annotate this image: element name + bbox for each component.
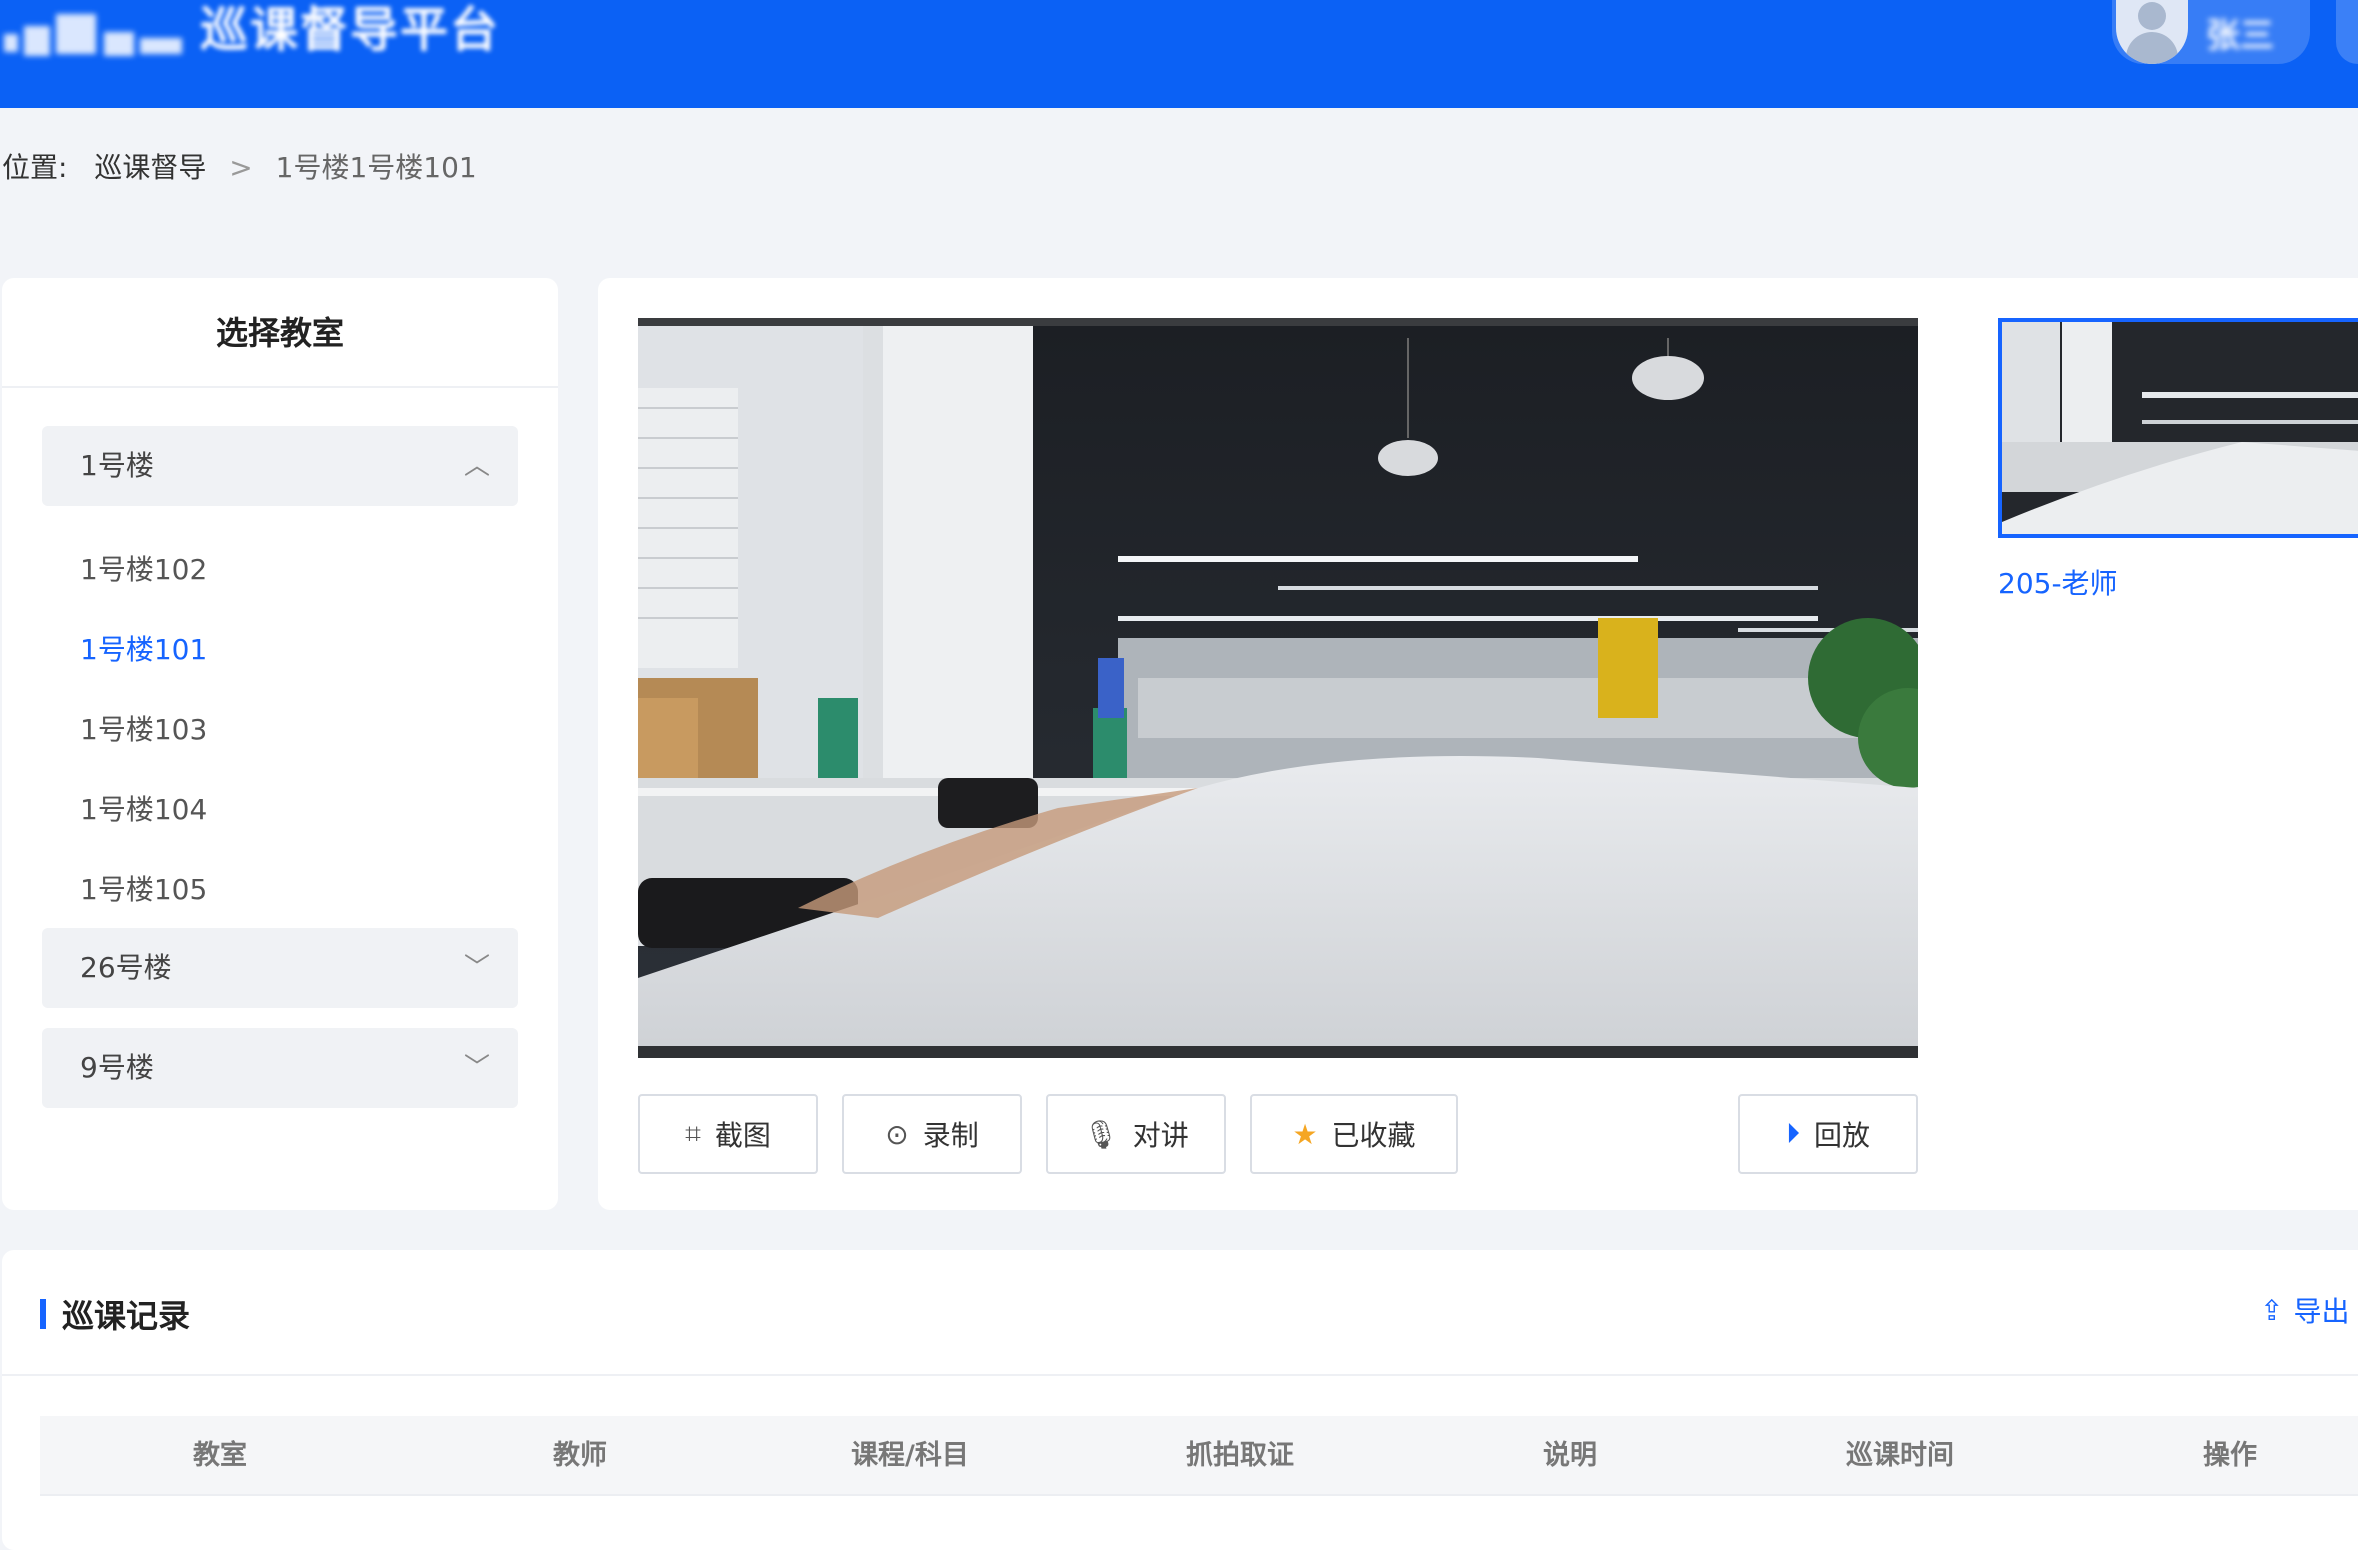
records-table-header: 教室 教师 课程/科目 抓拍取证 说明 巡课时间 操作 (40, 1416, 2358, 1496)
screenshot-button[interactable]: ⌗ 截图 (638, 1094, 818, 1174)
building-label: 9号楼 (80, 1051, 154, 1084)
export-button[interactable]: ⇪ 导出 (2260, 1290, 2349, 1330)
panel-title: 选择教室 (2, 278, 558, 388)
records-header: 巡课记录 (40, 1286, 190, 1342)
user-name[interactable]: 张三 (2206, 8, 2274, 57)
crop-icon: ⌗ (685, 1117, 701, 1150)
column-header-classroom: 教室 (193, 1440, 247, 1471)
star-icon: ★ (1292, 1117, 1318, 1151)
room-item-102[interactable]: 1号楼102 (80, 548, 207, 588)
building-label: 1号楼 (80, 449, 154, 482)
building-26-header[interactable]: 26号楼 ﹀ (42, 928, 518, 1008)
favorite-button[interactable]: ★ 已收藏 (1250, 1094, 1458, 1174)
room-item-105[interactable]: 1号楼105 (80, 868, 207, 908)
chevron-up-icon: ︿ (463, 451, 490, 481)
thumbnail-camera-feed (2002, 322, 2358, 534)
breadcrumb-separator: > (229, 151, 253, 184)
room-item-103[interactable]: 1号楼103 (80, 708, 207, 748)
playback-icon: ⏵ (1785, 1117, 1800, 1150)
breadcrumb-item-current: 1号楼1号楼101 (275, 151, 477, 184)
divider (2, 1374, 2358, 1376)
export-icon: ⇪ (2260, 1293, 2284, 1327)
column-header-actions: 操作 (2203, 1440, 2257, 1471)
building-label: 26号楼 (80, 951, 172, 984)
building-1-header[interactable]: 1号楼 ︿ (42, 426, 518, 506)
breadcrumb-prefix: 位置: (2, 151, 68, 184)
breadcrumb-item-patrol[interactable]: 巡课督导 (94, 151, 206, 184)
camera-thumbnail-selected[interactable] (1998, 318, 2358, 538)
record-label: 录制 (922, 1119, 979, 1152)
export-label: 导出 (2293, 1295, 2350, 1328)
title-accent-bar (40, 1299, 46, 1329)
user-avatar-icon[interactable] (2116, 0, 2188, 64)
column-header-patrol-time: 巡课时间 (1846, 1440, 1954, 1471)
column-header-teacher: 教师 (553, 1440, 607, 1471)
playback-button[interactable]: ⏵ 回放 (1738, 1094, 1918, 1174)
column-header-snapshot: 抓拍取证 (1186, 1440, 1294, 1471)
logout-icon[interactable] (2336, 0, 2358, 64)
patrol-records-panel (2, 1250, 2358, 1550)
record-icon: ⊙ (885, 1117, 909, 1151)
screenshot-label: 截图 (714, 1119, 771, 1152)
app-logo (0, 4, 190, 64)
column-header-note: 说明 (1543, 1440, 1597, 1471)
breadcrumb: 位置: 巡课督导 > 1号楼1号楼101 (2, 146, 477, 186)
building-9-header[interactable]: 9号楼 ﹀ (42, 1028, 518, 1108)
thumbnail-label[interactable]: 205-老师 (1998, 562, 2118, 602)
chevron-down-icon: ﹀ (463, 953, 490, 983)
column-header-course: 课程/科目 (851, 1440, 969, 1471)
record-button[interactable]: ⊙ 录制 (842, 1094, 1022, 1174)
classroom-selector-panel: 选择教室 1号楼 ︿ 1号楼102 1号楼101 1号楼103 1号楼104 1… (2, 278, 558, 1210)
room-item-104[interactable]: 1号楼104 (80, 788, 207, 828)
playback-label: 回放 (1814, 1119, 1871, 1152)
microphone-icon: 🎙 (1083, 1117, 1119, 1151)
chevron-down-icon: ﹀ (463, 1053, 490, 1083)
live-video-player[interactable] (638, 318, 1918, 1058)
intercom-label: 对讲 (1132, 1119, 1189, 1152)
favorite-label: 已收藏 (1331, 1119, 1416, 1152)
classroom-camera-feed (638, 318, 1918, 1058)
top-header-bar: 巡课督导平台 张三 (0, 0, 2358, 108)
room-item-101-active[interactable]: 1号楼101 (80, 628, 207, 668)
app-title: 巡课督导平台 (200, 2, 501, 58)
intercom-button[interactable]: 🎙 对讲 (1046, 1094, 1226, 1174)
records-title: 巡课记录 (62, 1297, 191, 1335)
